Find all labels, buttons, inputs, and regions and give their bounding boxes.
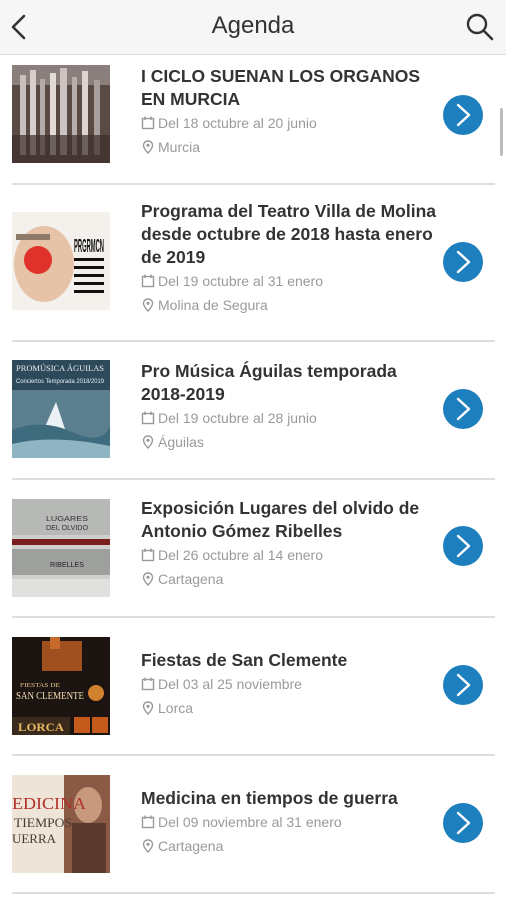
- open-event-button[interactable]: [443, 242, 483, 282]
- open-event-button[interactable]: [443, 665, 483, 705]
- scrollbar[interactable]: [500, 108, 503, 156]
- event-list[interactable]: I CICLO SUENAN LOS ORGANOS EN MURCIA Del…: [0, 55, 506, 900]
- chevron-right-icon: [456, 673, 471, 697]
- event-title[interactable]: Medicina en tiempos de guerra: [141, 787, 441, 810]
- app-header: Agenda: [0, 0, 506, 55]
- event-date: Del 26 octubre al 14 enero: [141, 547, 323, 563]
- list-item[interactable]: LUGARES DEL OLVIDO RIBELLES Exposición L…: [12, 480, 495, 618]
- event-location: Molina de Segura: [141, 297, 268, 313]
- chevron-right-icon: [456, 250, 471, 274]
- open-event-button[interactable]: [443, 95, 483, 135]
- event-location: Lorca: [141, 700, 193, 716]
- calendar-icon: [141, 274, 155, 288]
- thumb-text: SAN CLEMENTE: [16, 690, 84, 702]
- event-date: Del 03 al 25 noviembre: [141, 676, 302, 692]
- list-item[interactable]: FIESTAS DE SAN CLEMENTE LORCA Fiestas de…: [12, 618, 495, 756]
- thumb-text: UERRA: [12, 831, 57, 846]
- location-pin-icon: [142, 701, 154, 715]
- event-thumbnail: PROMÚSICA ÁGUILAS Conciertos Temporada 2…: [12, 360, 110, 458]
- calendar-icon: [141, 116, 155, 130]
- location-pin-icon: [142, 435, 154, 449]
- location-pin-icon: [142, 572, 154, 586]
- open-event-button[interactable]: [443, 526, 483, 566]
- list-item[interactable]: PROMÚSICA ÁGUILAS Conciertos Temporada 2…: [12, 342, 495, 480]
- thumb-text: LORCA: [18, 720, 64, 734]
- thumb-text: TIEMPOS: [14, 815, 72, 830]
- event-date-text: Del 19 octubre al 28 junio: [158, 410, 317, 426]
- chevron-right-icon: [456, 534, 471, 558]
- event-thumbnail: EDICINA TIEMPOS UERRA: [12, 775, 110, 873]
- list-item[interactable]: EDICINA TIEMPOS UERRA Medicina en tiempo…: [12, 756, 495, 894]
- event-title[interactable]: Programa del Teatro Villa de Molina desd…: [141, 200, 441, 269]
- thumb-text: Conciertos Temporada 2018/2019: [16, 379, 105, 385]
- event-date: Del 18 octubre al 20 junio: [141, 115, 317, 131]
- event-thumbnail: FIESTAS DE SAN CLEMENTE LORCA: [12, 637, 110, 735]
- chevron-right-icon: [456, 397, 471, 421]
- page-title: Agenda: [211, 12, 295, 39]
- event-date-text: Del 18 octubre al 20 junio: [158, 115, 317, 131]
- event-location-text: Cartagena: [158, 571, 224, 587]
- chevron-right-icon: [456, 811, 471, 835]
- event-location-text: Águilas: [158, 434, 204, 450]
- search-icon: [466, 13, 494, 41]
- list-item[interactable]: I CICLO SUENAN LOS ORGANOS EN MURCIA Del…: [12, 55, 495, 185]
- thumb-text: DEL OLVIDO: [46, 525, 89, 532]
- thumb-text: RIBELLES: [50, 562, 84, 569]
- event-location: Murcia: [141, 139, 200, 155]
- event-thumbnail: [12, 65, 110, 163]
- event-location-text: Cartagena: [158, 838, 224, 854]
- calendar-icon: [141, 677, 155, 691]
- event-date: Del 19 octubre al 28 junio: [141, 410, 317, 426]
- event-location: Cartagena: [141, 571, 223, 587]
- event-title[interactable]: Exposición Lugares del olvido de Antonio…: [141, 497, 441, 543]
- event-date-text: Del 19 octubre al 31 enero: [158, 273, 323, 289]
- event-title[interactable]: I CICLO SUENAN LOS ORGANOS EN MURCIA: [141, 65, 441, 111]
- event-date-text: Del 09 noviembre al 31 enero: [158, 814, 342, 830]
- event-thumbnail: PRGRMCN: [12, 212, 110, 310]
- event-title[interactable]: Fiestas de San Clemente: [141, 649, 441, 672]
- location-pin-icon: [142, 298, 154, 312]
- thumb-text: LUGARES: [46, 516, 88, 523]
- location-pin-icon: [142, 839, 154, 853]
- search-button[interactable]: [464, 10, 496, 44]
- open-event-button[interactable]: [443, 389, 483, 429]
- event-location-text: Molina de Segura: [158, 297, 268, 313]
- thumb-text: FIESTAS DE: [20, 683, 60, 689]
- thumb-text: EDICINA: [12, 794, 87, 813]
- event-title[interactable]: Pro Música Águilas temporada 2018-2019: [141, 360, 441, 406]
- event-location: Águilas: [141, 434, 204, 450]
- list-item[interactable]: PRGRMCN Programa del Teatro Villa de Mol…: [12, 185, 495, 342]
- thumb-text: PRGRMCN: [74, 236, 104, 256]
- event-date-text: Del 03 al 25 noviembre: [158, 676, 302, 692]
- event-date: Del 09 noviembre al 31 enero: [141, 814, 342, 830]
- event-thumbnail: LUGARES DEL OLVIDO RIBELLES: [12, 499, 110, 597]
- event-location: Cartagena: [141, 838, 223, 854]
- event-date: Del 19 octubre al 31 enero: [141, 273, 323, 289]
- open-event-button[interactable]: [443, 803, 483, 843]
- thumb-text: PROMÚSICA ÁGUILAS: [16, 363, 104, 373]
- calendar-icon: [141, 815, 155, 829]
- chevron-right-icon: [456, 103, 471, 127]
- calendar-icon: [141, 411, 155, 425]
- event-location-text: Murcia: [158, 139, 201, 155]
- event-location-text: Lorca: [158, 700, 194, 716]
- calendar-icon: [141, 548, 155, 562]
- event-date-text: Del 26 octubre al 14 enero: [158, 547, 323, 563]
- location-pin-icon: [142, 140, 154, 154]
